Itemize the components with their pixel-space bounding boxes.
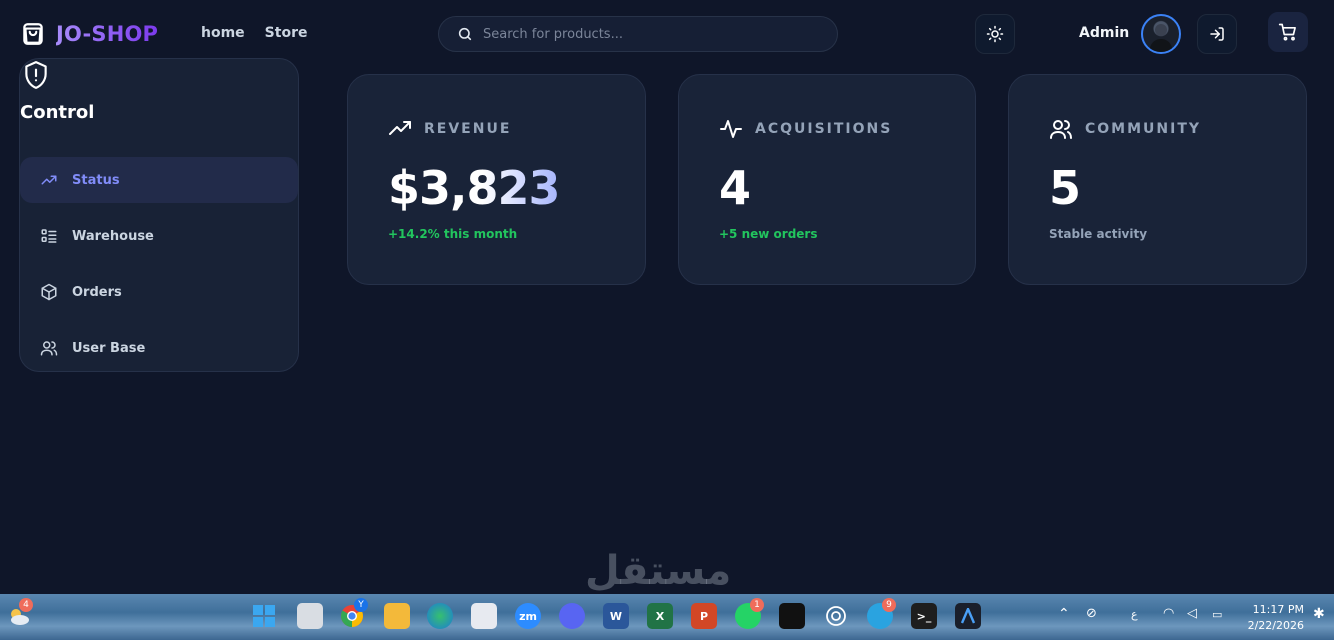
card-value: 5 — [1049, 161, 1081, 215]
tray-chevron-icon[interactable]: ⌃ — [1058, 606, 1070, 622]
trending-up-icon — [41, 175, 57, 185]
sidebar-item-label: Orders — [72, 284, 122, 300]
zoom-icon[interactable]: zm — [515, 603, 541, 629]
person-silhouette-icon — [1149, 24, 1173, 52]
card-label: COMMUNITY — [1085, 121, 1202, 137]
sidebar-item-user-base[interactable]: User Base — [20, 325, 298, 371]
brand[interactable]: JO-SHOP — [20, 20, 158, 48]
avatar[interactable] — [1141, 14, 1181, 54]
chrome-badge: Y — [354, 598, 368, 612]
card-subtext: +5 new orders — [719, 227, 818, 241]
battery-icon[interactable]: ▭ — [1212, 608, 1222, 621]
nav-store[interactable]: Store — [265, 25, 308, 41]
theme-toggle-button[interactable] — [975, 14, 1015, 54]
logout-icon — [1210, 27, 1224, 41]
sidebar-item-label: Status — [72, 172, 120, 188]
wifi-icon[interactable]: ◠ — [1163, 606, 1174, 621]
card-subtext: +14.2% this month — [388, 227, 518, 241]
start-button[interactable] — [251, 603, 277, 629]
sidebar-title: Control — [20, 102, 95, 123]
top-nav: home Store — [201, 25, 307, 41]
powerpoint-icon[interactable]: P — [691, 603, 717, 629]
clock-time: 11:17 PM — [1252, 603, 1304, 616]
windows-icon — [253, 605, 275, 627]
list-icon — [41, 229, 57, 243]
community-card: COMMUNITY 5 Stable activity — [1008, 74, 1307, 285]
task-view-icon[interactable] — [297, 603, 323, 629]
cart-button[interactable] — [1268, 12, 1308, 52]
capcut-icon[interactable] — [779, 603, 805, 629]
card-subtext: Stable activity — [1049, 227, 1148, 241]
nav-home[interactable]: home — [201, 25, 245, 41]
shield-alert-icon — [25, 61, 47, 89]
card-value: 4 — [719, 161, 751, 215]
admin-name: Admin — [1079, 25, 1130, 41]
card-label: ACQUISITIONS — [755, 121, 893, 137]
whatsapp-badge: 1 — [750, 598, 764, 612]
users-icon — [40, 341, 58, 356]
revenue-card: REVENUE $3,823 +14.2% this month — [347, 74, 646, 285]
chatgpt-icon[interactable] — [823, 603, 849, 629]
search-bar[interactable] — [438, 16, 838, 52]
store-icon[interactable] — [471, 603, 497, 629]
arc-icon[interactable] — [955, 603, 981, 629]
sun-icon — [986, 25, 1004, 43]
watermark: مستقل — [585, 548, 732, 594]
volume-icon[interactable]: ◁ — [1187, 606, 1197, 621]
openai-logo-icon — [826, 606, 846, 626]
file-explorer-icon[interactable] — [384, 603, 410, 629]
weather-badge: 4 — [19, 598, 33, 612]
clock-date: 2/22/2026 — [1247, 619, 1304, 632]
users-icon — [1050, 120, 1072, 139]
excel-icon[interactable]: X — [647, 603, 673, 629]
activity-icon — [720, 120, 742, 138]
sidebar-item-label: Warehouse — [72, 228, 154, 244]
app-window: JO-SHOP home Store Admin Control S — [0, 0, 1334, 594]
taskbar-clock[interactable]: 11:17 PM 2/22/2026 — [1246, 602, 1304, 634]
discord-icon[interactable] — [559, 603, 585, 629]
card-label: REVENUE — [424, 121, 512, 137]
brand-name: JO-SHOP — [56, 22, 159, 46]
input-language[interactable]: ع — [1131, 608, 1138, 621]
taskbar: 4 Y zm W X P 1 9 >_ ⌃ ⊘ ع ◠ ◁ ▭ ✱ — [0, 594, 1334, 640]
terminal-icon[interactable]: >_ — [911, 603, 937, 629]
word-icon[interactable]: W — [603, 603, 629, 629]
cart-icon — [1278, 23, 1296, 41]
edge-icon[interactable] — [427, 603, 453, 629]
notification-icon[interactable]: ✱ — [1313, 606, 1325, 622]
sidebar-item-label: User Base — [72, 340, 146, 356]
shopping-bag-icon — [23, 23, 43, 45]
sidebar-item-orders[interactable]: Orders — [20, 269, 298, 315]
sidebar-item-status[interactable]: Status — [20, 157, 298, 203]
acquisitions-card: ACQUISITIONS 4 +5 new orders — [678, 74, 976, 285]
search-icon — [458, 27, 472, 41]
sidebar-item-warehouse[interactable]: Warehouse — [20, 213, 298, 259]
telegram-badge: 9 — [882, 598, 896, 612]
logout-button[interactable] — [1197, 14, 1237, 54]
search-input[interactable] — [483, 26, 813, 42]
tray-network-off-icon[interactable]: ⊘ — [1086, 606, 1097, 621]
trending-up-icon — [389, 121, 411, 135]
card-value: $3,823 — [388, 161, 561, 215]
package-icon — [41, 283, 57, 301]
arrow-up-logo-icon — [960, 608, 976, 624]
